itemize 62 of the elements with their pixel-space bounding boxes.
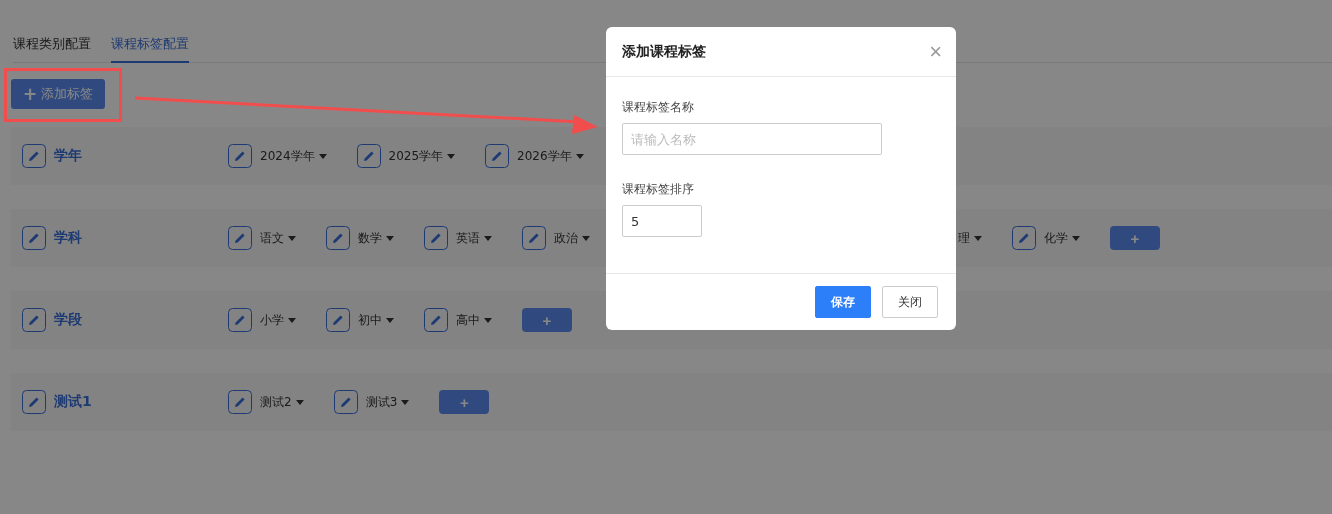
- category-name: 学段: [54, 311, 82, 329]
- pencil-icon[interactable]: [1012, 226, 1036, 250]
- pencil-icon[interactable]: [22, 390, 46, 414]
- field-label: 课程标签名称: [622, 99, 694, 116]
- tag-name[interactable]: 测试2: [260, 393, 292, 411]
- pencil-icon[interactable]: [356, 144, 381, 168]
- pencil-icon[interactable]: [228, 390, 252, 414]
- pencil-icon[interactable]: [424, 226, 448, 250]
- tag-name[interactable]: 初中: [358, 311, 382, 329]
- add-tag-button[interactable]: +: [522, 308, 572, 332]
- input-field[interactable]: 5: [622, 205, 702, 237]
- caret-icon[interactable]: [386, 317, 394, 323]
- caret-icon[interactable]: [1072, 235, 1080, 241]
- tag-name[interactable]: 2026学年: [517, 147, 572, 165]
- pencil-icon[interactable]: [228, 144, 252, 168]
- pencil-icon[interactable]: [326, 308, 350, 332]
- category-name: 测试1: [54, 393, 92, 411]
- pencil-icon[interactable]: [424, 308, 448, 332]
- tag-name[interactable]: 2024学年: [260, 147, 315, 165]
- caret-icon[interactable]: [974, 235, 982, 241]
- tag-name[interactable]: 政治: [554, 229, 578, 247]
- caret-icon[interactable]: [447, 153, 456, 159]
- add-tag-button[interactable]: +: [439, 390, 490, 414]
- tag-name[interactable]: 化学: [1044, 229, 1068, 247]
- tab[interactable]: 课程类别配置: [13, 28, 91, 63]
- tag-name[interactable]: 数学: [358, 229, 382, 247]
- pencil-icon[interactable]: [22, 226, 46, 250]
- caret-icon[interactable]: [484, 317, 492, 323]
- category-name: 学年: [54, 147, 82, 165]
- category-name: 学科: [54, 229, 82, 247]
- pencil-icon[interactable]: [228, 308, 252, 332]
- tag-name[interactable]: 英语: [456, 229, 480, 247]
- input-field[interactable]: 请输入名称: [622, 123, 882, 155]
- tab[interactable]: 课程标签配置: [111, 28, 189, 63]
- caret-icon[interactable]: [582, 235, 590, 241]
- caret-icon[interactable]: [575, 153, 584, 159]
- caret-icon[interactable]: [484, 235, 492, 241]
- add-tag-button[interactable]: +: [1110, 226, 1160, 250]
- caret-icon[interactable]: [401, 399, 410, 405]
- caret-icon[interactable]: [295, 399, 304, 405]
- tag-name[interactable]: 理: [958, 229, 970, 247]
- pencil-icon[interactable]: [22, 308, 46, 332]
- tag-name[interactable]: 语文: [260, 229, 284, 247]
- pencil-icon[interactable]: [485, 144, 510, 168]
- tag-name[interactable]: 测试3: [365, 393, 398, 411]
- caret-icon[interactable]: [386, 235, 394, 241]
- tag-name[interactable]: 小学: [260, 311, 284, 329]
- close-button[interactable]: 关闭: [882, 286, 938, 318]
- pencil-icon[interactable]: [333, 390, 358, 414]
- add-label-button[interactable]: + 添加标签: [11, 79, 106, 109]
- caret-icon[interactable]: [288, 235, 296, 241]
- caret-icon[interactable]: [318, 153, 327, 159]
- pencil-icon[interactable]: [522, 226, 546, 250]
- save-button[interactable]: 保存: [815, 286, 871, 318]
- tag-name[interactable]: 2025学年: [388, 147, 444, 165]
- caret-icon[interactable]: [288, 317, 296, 323]
- field-label: 课程标签排序: [622, 181, 694, 198]
- tag-name[interactable]: 高中: [456, 311, 480, 329]
- pencil-icon[interactable]: [326, 226, 350, 250]
- pencil-icon[interactable]: [228, 226, 252, 250]
- dialog-title: 添加课程标签: [622, 42, 706, 61]
- pencil-icon[interactable]: [22, 144, 46, 168]
